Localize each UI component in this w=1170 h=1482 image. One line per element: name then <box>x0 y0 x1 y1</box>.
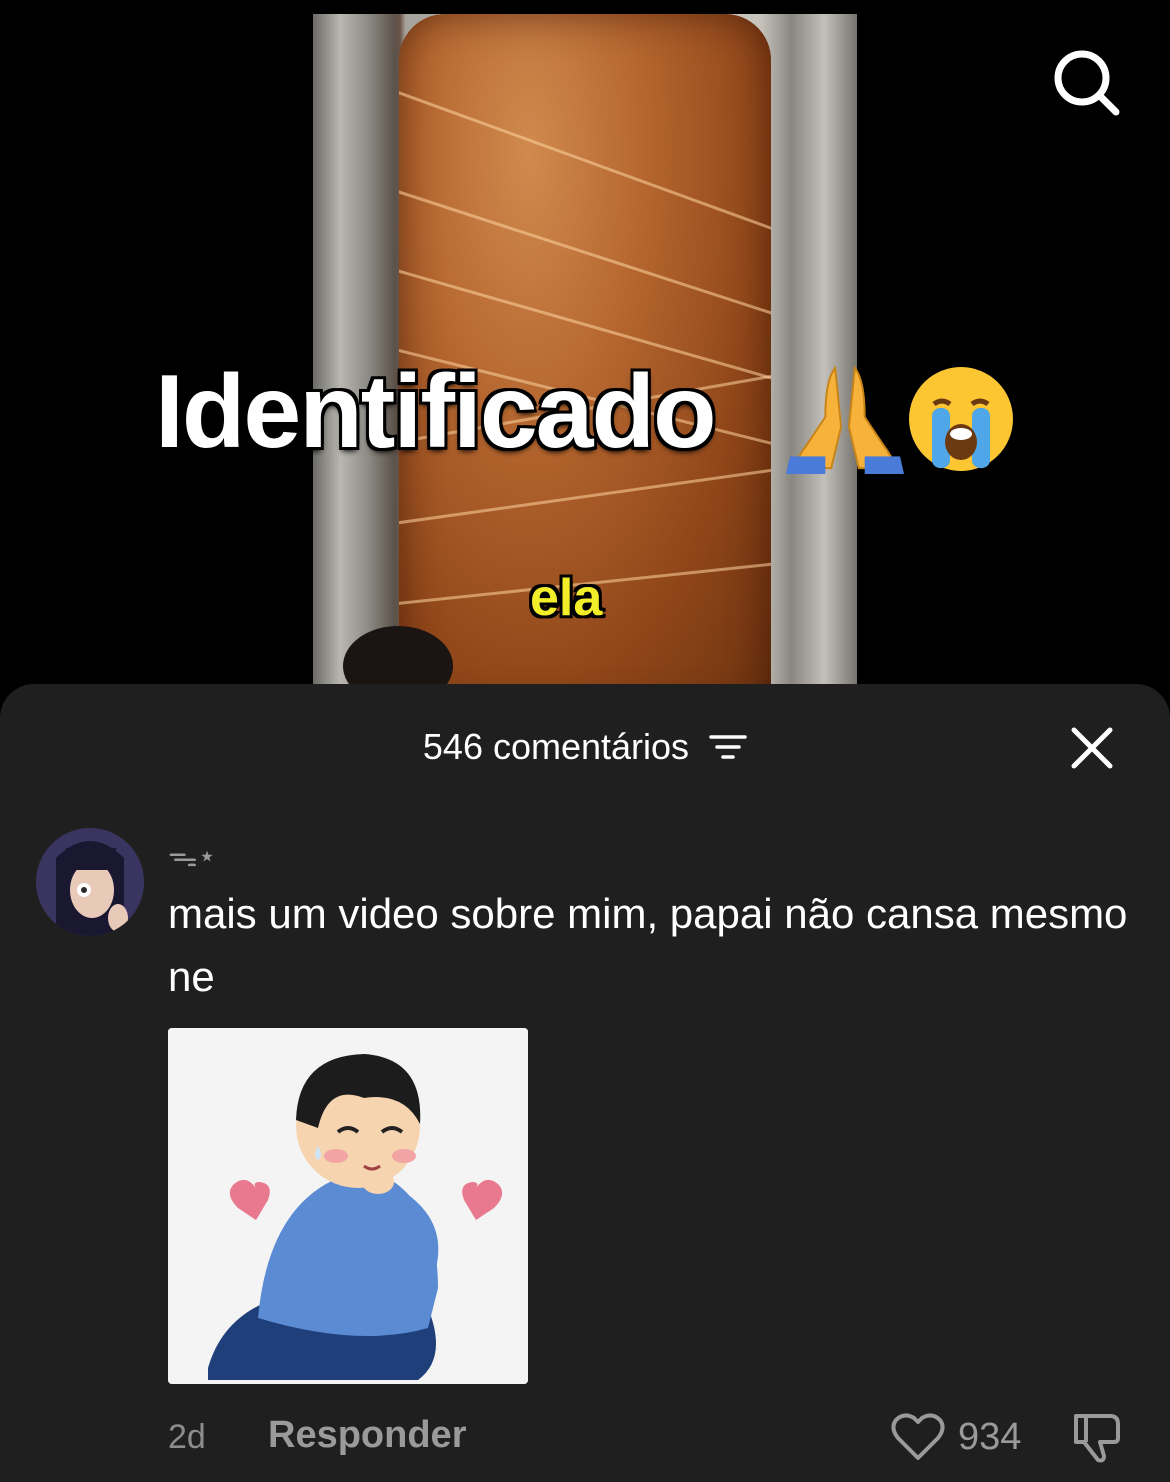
loudly-crying-face-emoji <box>909 367 1013 471</box>
blushing-man-sticker[interactable] <box>168 1028 528 1384</box>
video-caption: ela <box>530 569 603 627</box>
folded-hands-emoji <box>786 365 904 475</box>
video-player[interactable]: Identificado ela <box>0 0 1170 700</box>
comment-text: mais um video sobre mim, papai não cansa… <box>168 890 1128 1000</box>
avatar-image <box>36 828 144 936</box>
comment-timestamp: 2d <box>168 1418 206 1456</box>
search-icon[interactable] <box>1050 46 1122 118</box>
thumbs-down-icon[interactable] <box>1070 1408 1126 1464</box>
comments-count: 546 comentários <box>422 726 690 768</box>
heart-icon[interactable] <box>890 1412 946 1462</box>
video-overlay-title: Identificado <box>155 354 717 470</box>
reply-button[interactable]: Responder <box>268 1414 466 1457</box>
like-count: 934 <box>958 1416 1022 1458</box>
comment-username[interactable]: ᯓ⋆ <box>168 834 216 875</box>
close-icon[interactable] <box>1068 724 1116 772</box>
comments-header: 546 comentários <box>0 724 1170 768</box>
sort-filter-icon[interactable] <box>709 732 747 762</box>
comments-sheet: 546 comentários ᯓ⋆ mais um video sobre m… <box>0 684 1170 1482</box>
avatar[interactable] <box>36 828 144 936</box>
